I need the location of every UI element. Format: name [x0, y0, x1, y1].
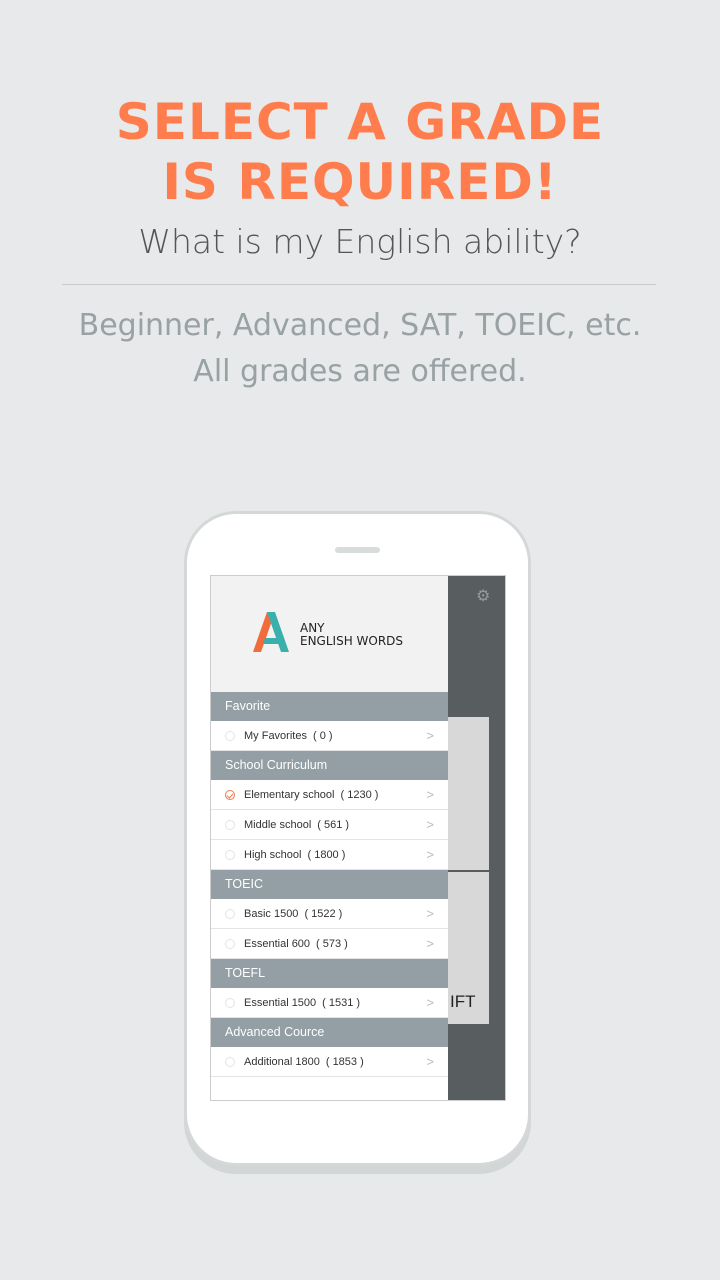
chevron-right-icon: >: [426, 847, 434, 862]
item-label: Essential 1500: [244, 997, 317, 1009]
check-circle-icon[interactable]: [225, 790, 235, 800]
gear-icon[interactable]: ⚙: [476, 586, 490, 606]
navigation-drawer: ANY ENGLISH WORDS Favorite My Favorites ( 0…: [211, 576, 448, 1100]
item-label: Middle school: [244, 819, 312, 831]
section-header: TOEIC: [211, 870, 448, 899]
grade-list-item[interactable]: Middle school ( 561 ) >: [211, 810, 448, 840]
app-logo-text: ANY ENGLISH WORDS: [300, 622, 403, 648]
radio-icon[interactable]: [225, 820, 235, 830]
section-header: TOEFL: [211, 959, 448, 988]
radio-icon[interactable]: [225, 909, 235, 919]
headline-line-1: SELECT A GRADE: [115, 93, 605, 151]
item-count: ( 1800 ): [307, 849, 346, 861]
chevron-right-icon: >: [426, 817, 434, 832]
description-line-1: Beginner, Advanced, SAT, TOEIC, etc.: [78, 308, 642, 343]
item-label: Elementary school: [244, 789, 335, 801]
section-header: Favorite: [211, 692, 448, 721]
background-card-text: IFT: [450, 992, 476, 1011]
chevron-right-icon: >: [426, 995, 434, 1010]
grade-list-item[interactable]: Essential 600 ( 573 ) >: [211, 929, 448, 959]
item-label: Basic 1500: [244, 908, 299, 920]
chevron-right-icon: >: [426, 936, 434, 951]
background-card: [448, 717, 489, 870]
item-count: ( 561 ): [317, 819, 350, 831]
item-label: My Favorites: [244, 730, 307, 742]
drawer-header: ANY ENGLISH WORDS: [211, 576, 448, 692]
background-card: IFT: [448, 872, 489, 1024]
grade-list-item[interactable]: High school ( 1800 ) >: [211, 840, 448, 870]
item-count: ( 1531 ): [322, 997, 361, 1009]
app-logo-icon: [253, 612, 289, 652]
grade-list-item[interactable]: My Favorites ( 0 ) >: [211, 721, 448, 751]
divider: [62, 284, 656, 285]
chevron-right-icon: >: [426, 906, 434, 921]
description-line-2: All grades are offered.: [193, 354, 527, 389]
item-count: ( 573 ): [316, 938, 348, 950]
phone-screen: ⚙ IFT ANY ENGLISH WORDS Favorite My Favori…: [210, 575, 506, 1101]
radio-icon[interactable]: [225, 850, 235, 860]
radio-icon[interactable]: [225, 998, 235, 1008]
logo-line-2: ENGLISH WORDS: [300, 634, 404, 648]
radio-icon[interactable]: [225, 939, 235, 949]
item-count: ( 1522 ): [304, 908, 343, 920]
radio-icon[interactable]: [225, 731, 235, 741]
chevron-right-icon: >: [426, 787, 434, 802]
radio-icon[interactable]: [225, 1057, 235, 1067]
headline-line-2: IS REQUIRED!: [162, 153, 558, 211]
grade-list: Favorite My Favorites ( 0 ) > School Curricu…: [211, 692, 448, 1077]
headline: SELECT A GRADE IS REQUIRED!: [0, 92, 720, 212]
section-header: Advanced Cource: [211, 1018, 448, 1047]
item-count: ( 1230 ): [340, 789, 379, 801]
item-label: Additional 1800: [244, 1056, 320, 1068]
grade-list-item[interactable]: Additional 1800 ( 1853 ) >: [211, 1047, 448, 1077]
item-count: ( 1853 ): [325, 1056, 364, 1068]
chevron-right-icon: >: [426, 1054, 434, 1069]
item-count: ( 0 ): [312, 730, 333, 742]
subtitle: What is my English ability?: [138, 222, 582, 261]
section-header: School Curriculum: [211, 751, 448, 780]
item-label: Essential 600: [244, 938, 311, 950]
grade-list-item[interactable]: Essential 1500 ( 1531 ) >: [211, 988, 448, 1018]
chevron-right-icon: >: [426, 728, 434, 743]
phone-speaker: [335, 547, 380, 553]
item-label: High school: [244, 849, 302, 861]
grade-list-item[interactable]: Basic 1500 ( 1522 ) >: [211, 899, 448, 929]
grade-list-item[interactable]: Elementary school ( 1230 ) >: [211, 780, 448, 810]
